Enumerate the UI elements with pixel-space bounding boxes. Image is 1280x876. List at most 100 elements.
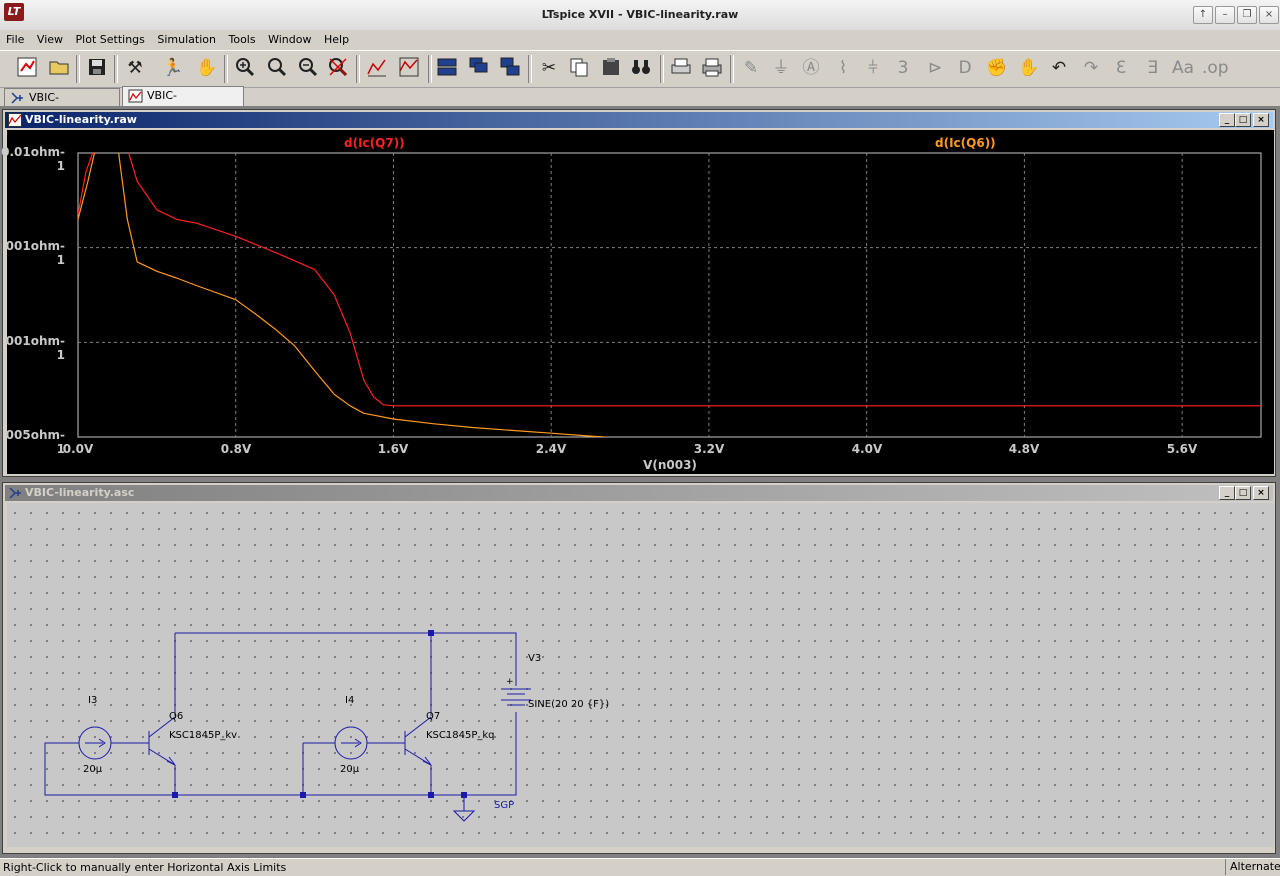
tile-horizontal-icon[interactable] <box>434 56 460 80</box>
inductor-icon[interactable]: 3 <box>890 56 916 80</box>
x-tick-label: 4.8V <box>1008 442 1040 456</box>
control-panel-hammer-icon[interactable]: ⚒ <box>122 56 148 80</box>
resistor-icon[interactable]: ⌇ <box>830 56 856 80</box>
window-close-button[interactable]: × <box>1259 6 1279 24</box>
menu-file[interactable]: File <box>3 30 27 50</box>
mdi-workspace: VBIC-linearity.raw _ □ × d(Ic(Q7)) d(Ic(… <box>0 106 1280 858</box>
ground-symbol <box>452 795 476 822</box>
save-icon[interactable] <box>84 56 110 80</box>
mirror-icon[interactable]: Ǝ <box>1140 56 1166 80</box>
ground-icon[interactable]: ⏚ <box>768 56 794 80</box>
i3-value[interactable]: 20µ <box>83 764 102 775</box>
zoom-out-icon[interactable] <box>295 56 321 80</box>
plot-pane[interactable]: d(Ic(Q7)) d(Ic(Q6)) 0.01ohm-1 001ohm-1 0… <box>1 130 1274 474</box>
menu-view[interactable]: View <box>34 30 66 50</box>
tile-vertical-icon[interactable] <box>497 56 523 80</box>
trace-line-0[interactable] <box>78 139 1261 407</box>
window-up-icon[interactable]: ↑ <box>1193 6 1213 24</box>
undo-icon[interactable]: ↶ <box>1046 56 1072 80</box>
minimize-button[interactable]: _ <box>1219 486 1235 500</box>
spice-directive-icon[interactable]: .op <box>1202 56 1229 80</box>
maximize-button[interactable]: □ <box>1235 113 1251 127</box>
print-icon[interactable] <box>699 56 725 80</box>
x-tick-label: 3.2V <box>693 442 725 456</box>
new-schematic-icon[interactable] <box>14 56 40 80</box>
i4-name[interactable]: I4 <box>345 695 354 706</box>
component-icon[interactable]: D <box>952 56 978 80</box>
cancel-zoom-icon[interactable] <box>325 56 351 80</box>
cascade-windows-icon[interactable] <box>466 56 492 80</box>
zoom-in-icon[interactable] <box>232 56 258 80</box>
draw-wire-icon[interactable]: ✎ <box>738 56 764 80</box>
capacitor-icon[interactable]: ⫩ <box>860 56 886 80</box>
x-tick-label: 0.8V <box>220 442 252 456</box>
autorange-icon[interactable] <box>364 56 390 80</box>
tab-waveform[interactable]: VBIC-linearity.raw <box>122 86 244 120</box>
waveform-icon <box>128 89 143 103</box>
redo-icon[interactable]: ↷ <box>1078 56 1104 80</box>
menu-help[interactable]: Help <box>321 30 352 50</box>
maximize-button[interactable]: □ <box>1235 486 1251 500</box>
current-source-i3 <box>78 726 112 760</box>
minimize-button[interactable]: _ <box>1219 113 1235 127</box>
v3-name[interactable]: V3 <box>528 653 541 664</box>
q7-model[interactable]: KSC1845P_kq <box>426 730 495 741</box>
label-net-icon[interactable]: Ⓐ <box>798 56 824 80</box>
x-tick-label: 5.6V <box>1166 442 1198 456</box>
window-title-bar: LT LTspice XVII - VBIC-linearity.raw ↑ –… <box>0 0 1280 31</box>
window-restore-button[interactable]: ❐ <box>1237 6 1257 24</box>
menu-tools[interactable]: Tools <box>225 30 258 50</box>
schematic-window-title: VBIC-linearity.asc <box>25 486 135 499</box>
q7-name[interactable]: Q7 <box>426 711 440 722</box>
trace-line-1[interactable] <box>78 139 605 437</box>
move-hand-icon[interactable]: ✊ <box>984 56 1010 80</box>
waveform-window-title: VBIC-linearity.raw <box>25 113 137 126</box>
status-mode: Alternate <box>1225 859 1280 875</box>
waveform-plot[interactable] <box>7 130 1274 474</box>
run-simulation-icon[interactable]: 🏃 <box>160 56 186 80</box>
find-binoculars-icon[interactable] <box>628 56 654 80</box>
x-tick-label: 2.4V <box>535 442 567 456</box>
cut-icon[interactable]: ✂ <box>536 56 562 80</box>
transistor-q7 <box>404 716 432 766</box>
zoom-full-icon[interactable] <box>264 56 290 80</box>
halt-hand-icon[interactable]: ✋ <box>194 56 220 80</box>
ground-net-label[interactable]: SGP <box>494 800 514 811</box>
schematic-canvas[interactable]: + I3 20µ I4 20µ Q6 KSC1845P_kv Q7 KSC184… <box>7 503 1274 847</box>
rotate-icon[interactable]: Ɛ <box>1108 56 1134 80</box>
v3-value[interactable]: SINE(20 20 {F}) <box>528 699 609 710</box>
drag-hand-icon[interactable]: ✋ <box>1016 56 1042 80</box>
menu-simulation[interactable]: Simulation <box>154 30 219 50</box>
i4-value[interactable]: 20µ <box>340 764 359 775</box>
close-button[interactable]: × <box>1253 486 1269 500</box>
diode-icon[interactable]: ⊳ <box>922 56 948 80</box>
close-button[interactable]: × <box>1253 113 1269 127</box>
x-axis-label[interactable]: V(n003) <box>620 458 720 472</box>
open-folder-icon[interactable] <box>46 56 72 80</box>
print-preview-icon[interactable] <box>668 56 694 80</box>
window-title: LTspice XVII - VBIC-linearity.raw <box>541 8 739 21</box>
tab-schematic[interactable]: VBIC-linearity.asc <box>4 88 120 122</box>
menu-window[interactable]: Window <box>265 30 314 50</box>
document-tab-bar: VBIC-linearity.asc VBIC-linearity.raw <box>0 86 1280 122</box>
schematic-icon <box>9 487 21 499</box>
copy-icon[interactable] <box>566 56 592 80</box>
x-tick-label: 4.0V <box>851 442 883 456</box>
x-tick-label: 0.0V <box>62 442 94 456</box>
schematic-window: VBIC-linearity.asc _ □ × + I3 20µ I4 20µ… <box>2 482 1276 854</box>
svg-text:+: + <box>506 677 514 687</box>
i3-name[interactable]: I3 <box>88 695 97 706</box>
text-icon[interactable]: Aa <box>1170 56 1196 80</box>
menu-plot-settings[interactable]: Plot Settings <box>73 30 148 50</box>
window-minimize-button[interactable]: – <box>1215 6 1235 24</box>
menu-bar: File View Plot Settings Simulation Tools… <box>0 30 1280 50</box>
schematic-window-titlebar: VBIC-linearity.asc _ □ × <box>5 485 1273 501</box>
paste-icon[interactable] <box>598 56 624 80</box>
plot-frame <box>77 152 1262 438</box>
current-source-i4 <box>334 726 368 760</box>
add-trace-icon[interactable] <box>396 56 422 80</box>
q6-model[interactable]: KSC1845P_kv <box>169 730 237 741</box>
q6-name[interactable]: Q6 <box>169 711 183 722</box>
y-tick-label: 001ohm-1 <box>5 239 65 267</box>
waveform-icon <box>8 113 22 127</box>
